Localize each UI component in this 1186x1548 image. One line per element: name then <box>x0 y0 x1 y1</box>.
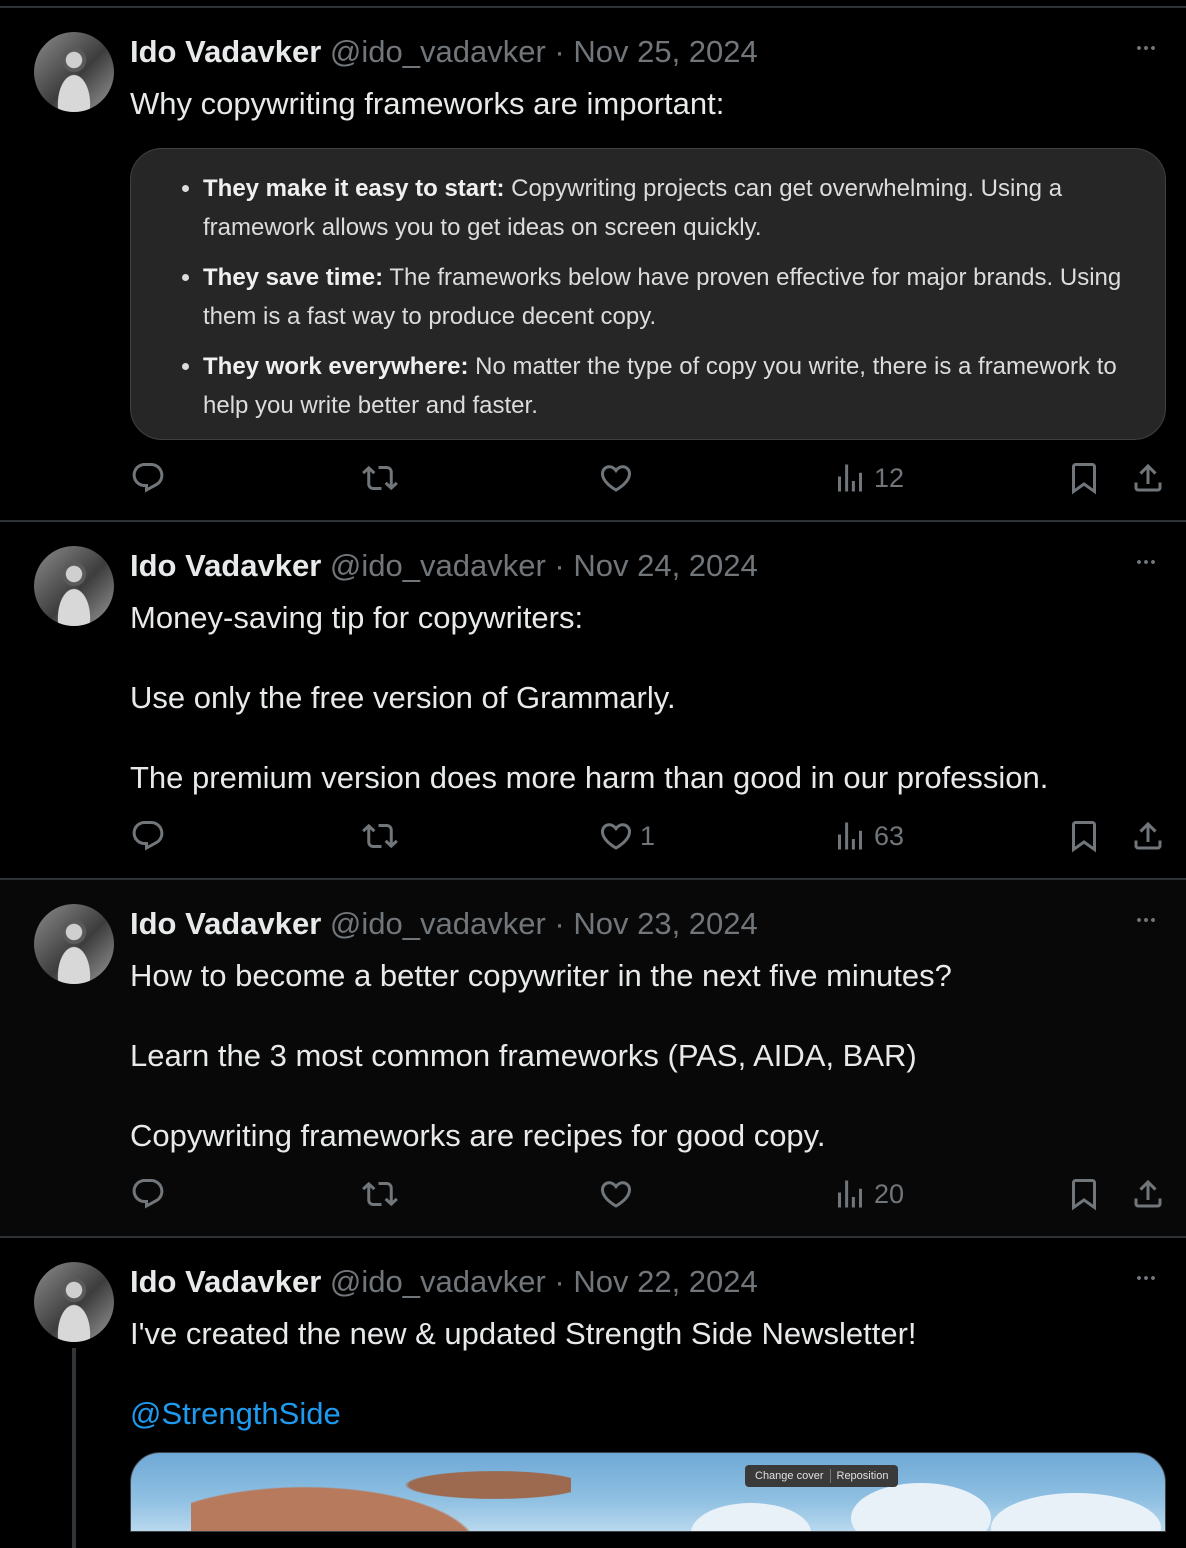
change-cover-button[interactable]: Change cover <box>751 1465 828 1487</box>
bookmark-icon <box>1066 818 1102 854</box>
author-handle[interactable]: @ido_vadavker <box>330 1264 546 1299</box>
author-name[interactable]: Ido Vadavker <box>130 906 321 941</box>
bookmark-icon <box>1066 1176 1102 1212</box>
action-bar: 1 63 <box>130 816 1170 856</box>
bullet-bold: They make it easy to start: <box>203 175 505 202</box>
thread-line <box>72 1348 76 1548</box>
separator-dot: · <box>554 548 565 583</box>
tweet-text: How to become a better copywriter in the… <box>130 958 952 1153</box>
reply-button[interactable] <box>130 816 172 856</box>
retweet-button[interactable] <box>362 458 404 498</box>
author-name[interactable]: Ido Vadavker <box>130 1264 321 1299</box>
avatar[interactable] <box>34 1262 114 1342</box>
views-chart-icon <box>832 818 868 854</box>
view-count: 12 <box>874 462 905 493</box>
reply-button[interactable] <box>130 458 172 498</box>
bullet-bold: They work everywhere: <box>203 353 469 380</box>
like-button[interactable] <box>598 1174 640 1214</box>
tweet[interactable]: Ido Vadavker @ido_vadavker · Nov 23, 202… <box>0 880 1186 1238</box>
photo-figure <box>191 1453 571 1531</box>
views-button[interactable]: 63 <box>832 816 904 856</box>
tweet-text: I've created the new & updated Strength … <box>130 1316 917 1351</box>
share-icon <box>1130 1176 1166 1212</box>
retweet-icon <box>362 818 398 854</box>
heart-icon <box>598 1176 634 1212</box>
heart-icon <box>598 818 634 854</box>
tweet[interactable]: Ido Vadavker @ido_vadavker · Nov 24, 202… <box>0 522 1186 880</box>
retweet-icon <box>362 460 398 496</box>
share-button[interactable] <box>1130 458 1166 498</box>
divider <box>829 1469 831 1483</box>
action-bar: 20 <box>130 1174 1170 1214</box>
separator-dot: · <box>554 906 565 941</box>
bookmark-button[interactable] <box>1066 458 1102 498</box>
avatar[interactable] <box>34 32 114 112</box>
tweet-header: Ido Vadavker @ido_vadavker · Nov 25, 202… <box>130 34 758 70</box>
tweet[interactable]: Ido Vadavker @ido_vadavker · Nov 25, 202… <box>0 8 1186 522</box>
reply-icon <box>130 460 166 496</box>
bookmark-button[interactable] <box>1066 1174 1102 1214</box>
action-bar: 12 <box>130 458 1170 498</box>
views-chart-icon <box>832 1176 868 1212</box>
tweet-header: Ido Vadavker @ido_vadavker · Nov 23, 202… <box>130 906 758 942</box>
tweet-text: Money-saving tip for copywriters: Use on… <box>130 600 1049 795</box>
mention-text[interactable]: @StrengthSide <box>130 1396 341 1431</box>
retweet-button[interactable] <box>362 816 404 856</box>
avatar[interactable] <box>34 904 114 984</box>
share-button[interactable] <box>1130 816 1166 856</box>
reposition-button[interactable]: Reposition <box>833 1465 893 1487</box>
list-item: They make it easy to start: Copywriting … <box>203 169 1125 247</box>
reply-icon <box>130 1176 166 1212</box>
tweet-header: Ido Vadavker @ido_vadavker · Nov 24, 202… <box>130 548 758 584</box>
bullet-list: They make it easy to start: Copywriting … <box>131 149 1165 425</box>
separator-dot: · <box>554 1264 565 1299</box>
retweet-icon <box>362 1176 398 1212</box>
bullet-bold: They save time: <box>203 264 384 291</box>
more-dots-icon[interactable] <box>1130 908 1162 932</box>
like-count: 1 <box>640 820 656 851</box>
list-item: They save time: The frameworks below hav… <box>203 258 1125 336</box>
cover-controls: Change cover Reposition <box>745 1465 899 1487</box>
views-chart-icon <box>832 460 868 496</box>
tweet-date[interactable]: Nov 22, 2024 <box>573 1264 757 1299</box>
list-item: They work everywhere: No matter the type… <box>203 347 1125 425</box>
share-icon <box>1130 460 1166 496</box>
like-button[interactable] <box>598 458 640 498</box>
heart-icon <box>598 460 634 496</box>
tweet[interactable]: Ido Vadavker @ido_vadavker · Nov 22, 202… <box>0 1238 1186 1548</box>
more-dots-icon[interactable] <box>1130 1266 1162 1290</box>
share-icon <box>1130 818 1166 854</box>
more-dots-icon[interactable] <box>1130 550 1162 574</box>
author-handle[interactable]: @ido_vadavker <box>330 34 546 69</box>
author-handle[interactable]: @ido_vadavker <box>330 548 546 583</box>
separator-dot: · <box>554 34 565 69</box>
tweet-date[interactable]: Nov 24, 2024 <box>573 548 757 583</box>
view-count: 63 <box>874 820 905 851</box>
mention-link[interactable]: @StrengthSide <box>130 1394 1150 1434</box>
retweet-button[interactable] <box>362 1174 404 1214</box>
image-card[interactable]: They make it easy to start: Copywriting … <box>130 148 1166 440</box>
cloud <box>691 1503 811 1531</box>
bookmark-button[interactable] <box>1066 816 1102 856</box>
reply-button[interactable] <box>130 1174 172 1214</box>
reply-icon <box>130 818 166 854</box>
avatar[interactable] <box>34 546 114 626</box>
tweet-date[interactable]: Nov 23, 2024 <box>573 906 757 941</box>
tweet-header: Ido Vadavker @ido_vadavker · Nov 22, 202… <box>130 1264 758 1300</box>
author-name[interactable]: Ido Vadavker <box>130 548 321 583</box>
cloud <box>851 1483 991 1531</box>
author-handle[interactable]: @ido_vadavker <box>330 906 546 941</box>
views-button[interactable]: 12 <box>832 458 904 498</box>
like-button[interactable]: 1 <box>598 816 655 856</box>
author-name[interactable]: Ido Vadavker <box>130 34 321 69</box>
views-button[interactable]: 20 <box>832 1174 904 1214</box>
more-dots-icon[interactable] <box>1130 36 1162 60</box>
view-count: 20 <box>874 1178 905 1209</box>
share-button[interactable] <box>1130 1174 1166 1214</box>
bookmark-icon <box>1066 460 1102 496</box>
tweet-text: Why copywriting frameworks are important… <box>130 86 725 121</box>
cloud <box>991 1493 1161 1531</box>
tweet-date[interactable]: Nov 25, 2024 <box>573 34 757 69</box>
media-image[interactable]: Change cover Reposition <box>130 1452 1166 1532</box>
